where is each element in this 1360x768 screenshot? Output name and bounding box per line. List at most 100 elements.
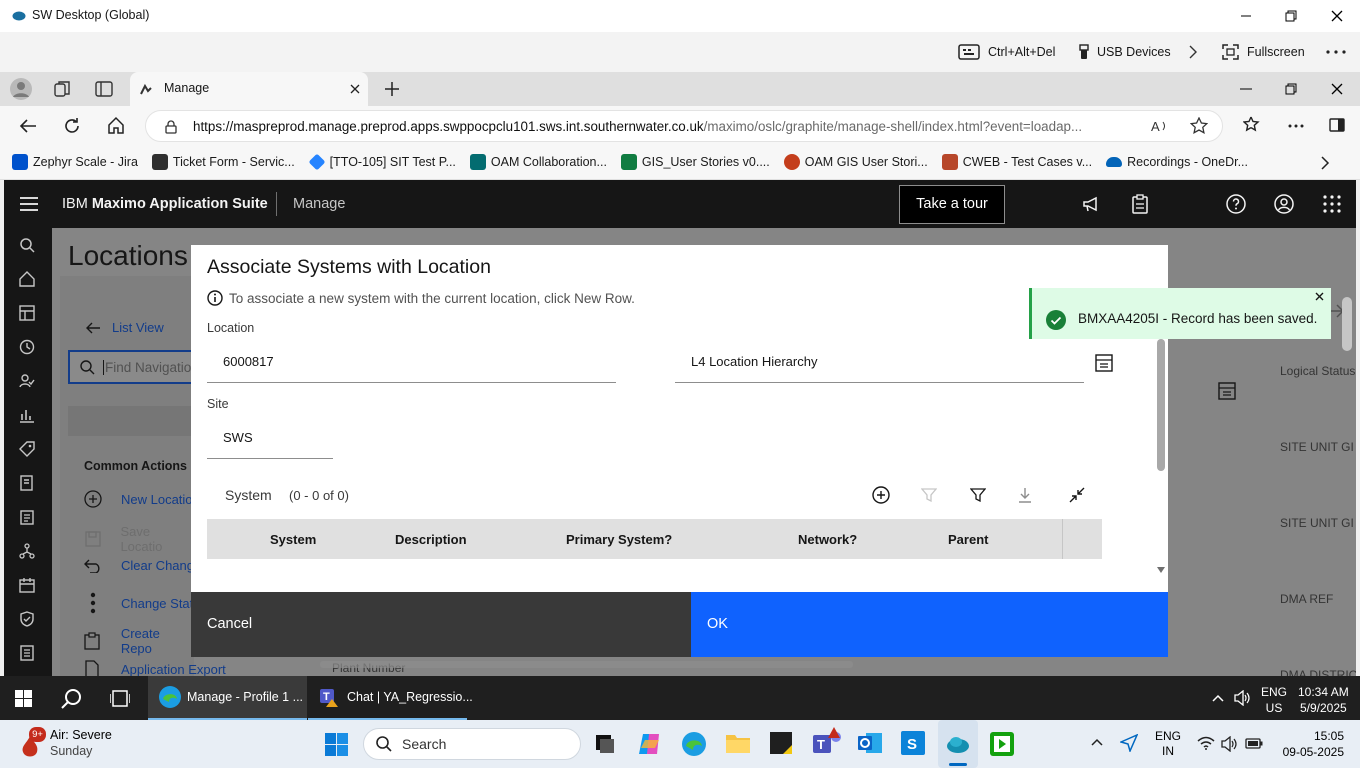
network-icon[interactable] — [19, 543, 35, 559]
wifi-icon[interactable] — [1197, 736, 1215, 750]
read-aloud-icon[interactable]: A — [1151, 118, 1169, 134]
profile-avatar-icon[interactable] — [10, 78, 32, 100]
brand[interactable]: IBM Maximo Application Suite — [62, 196, 268, 212]
favorite-item[interactable]: OAM GIS User Stori... — [783, 154, 928, 170]
cancel-button[interactable]: Cancel — [191, 592, 691, 657]
outlook-icon[interactable] — [857, 731, 883, 755]
download-icon[interactable] — [1018, 487, 1032, 503]
back-icon[interactable] — [19, 117, 37, 135]
favorite-item[interactable]: [TTO-105] SIT Test P... — [308, 153, 456, 171]
favorite-item[interactable]: Zephyr Scale - Jira — [12, 154, 138, 170]
document-edit-icon[interactable] — [19, 475, 35, 491]
dashboard-icon[interactable] — [19, 305, 35, 321]
file-explorer-icon[interactable] — [725, 732, 751, 754]
ctrl-alt-del-button[interactable]: Ctrl+Alt+Del — [958, 44, 1055, 60]
favorite-item[interactable]: Ticket Form - Servic... — [151, 154, 295, 170]
favorite-item[interactable]: Recordings - OneDr... — [1106, 155, 1248, 169]
media-player-icon[interactable] — [989, 731, 1015, 757]
lock-icon[interactable] — [165, 120, 177, 134]
column-header-description[interactable]: Description — [395, 519, 467, 557]
filter-icon[interactable] — [970, 488, 986, 502]
host-teams-icon[interactable]: T — [812, 727, 842, 757]
host-search-box[interactable]: Search — [363, 728, 581, 760]
host-clock[interactable]: 15:05 09-05-2025 — [1278, 728, 1344, 760]
take-a-tour-button[interactable]: Take a tour — [899, 185, 1005, 224]
notes-icon[interactable] — [19, 645, 35, 661]
announcement-icon[interactable] — [1082, 195, 1100, 213]
shield-icon[interactable] — [19, 611, 35, 627]
rdp-app-button[interactable] — [938, 720, 978, 768]
more-icon[interactable] — [1326, 50, 1346, 54]
usb-devices-button[interactable]: USB Devices — [1079, 44, 1171, 60]
favorite-item[interactable]: CWEB - Test Cases v... — [941, 154, 1092, 170]
host-start-icon[interactable] — [325, 733, 348, 756]
volume-icon[interactable] — [1234, 690, 1250, 706]
new-tab-icon[interactable] — [385, 82, 399, 96]
close-tab-icon[interactable] — [350, 84, 360, 94]
dialog-scrollbar[interactable] — [1157, 339, 1165, 471]
chevron-right-icon[interactable] — [1188, 45, 1198, 59]
favorite-item[interactable]: OAM Collaboration... — [469, 154, 607, 170]
task-view-icon[interactable] — [110, 690, 130, 707]
page-scrollbar[interactable] — [1342, 297, 1352, 351]
tag-icon[interactable] — [19, 441, 35, 457]
host-language-indicator[interactable]: ENG IN — [1155, 729, 1181, 759]
tab-actions-icon[interactable] — [95, 80, 113, 98]
ok-button[interactable]: OK — [691, 592, 1168, 657]
help-icon[interactable] — [1226, 194, 1246, 214]
restore-icon[interactable] — [1285, 10, 1297, 22]
browser-close-icon[interactable] — [1331, 83, 1343, 95]
clear-filter-icon[interactable] — [921, 488, 937, 502]
copilot-icon[interactable] — [637, 732, 663, 756]
location-field[interactable]: 6000817 — [207, 343, 616, 383]
toast-close-icon[interactable] — [1315, 292, 1324, 301]
windows-start-icon[interactable] — [15, 690, 32, 707]
chart-icon[interactable] — [19, 407, 35, 423]
taskbar-search-icon[interactable] — [61, 688, 83, 710]
host-tray-chevron-icon[interactable] — [1091, 738, 1103, 746]
taskbar-edge-item[interactable]: Manage - Profile 1 ... — [148, 676, 307, 720]
battery-icon[interactable] — [1245, 738, 1263, 749]
app-switcher-icon[interactable] — [1323, 195, 1341, 213]
clipboard-icon[interactable] — [1132, 194, 1148, 214]
refresh-icon[interactable] — [63, 117, 81, 135]
taskbar-teams-item[interactable]: T Chat | YA_Regressio... — [308, 676, 473, 720]
language-indicator[interactable]: ENG US — [1261, 684, 1287, 716]
home-icon[interactable] — [107, 116, 125, 134]
hamburger-menu-icon[interactable] — [20, 197, 38, 211]
minimize-icon[interactable] — [1240, 8, 1252, 22]
user-check-icon[interactable] — [19, 373, 35, 389]
hierarchy-field[interactable]: L4 Location Hierarchy — [675, 343, 1084, 383]
workspaces-icon[interactable] — [53, 80, 71, 98]
settings-more-icon[interactable] — [1288, 124, 1304, 128]
favorite-item[interactable]: GIS_User Stories v0.... — [620, 154, 770, 170]
remote-clock[interactable]: 10:34 AM 5/9/2025 — [1298, 684, 1349, 716]
home-nav-icon[interactable] — [19, 271, 35, 287]
column-header-system[interactable]: System — [270, 519, 316, 557]
scroll-down-icon[interactable] — [1157, 567, 1165, 573]
favorite-star-icon[interactable] — [1190, 117, 1208, 135]
address-bar[interactable]: https://maspreprod.manage.preprod.apps.s… — [145, 110, 1223, 142]
browser-restore-icon[interactable] — [1285, 83, 1297, 95]
favorites-overflow-icon[interactable] — [1320, 156, 1330, 170]
search-icon[interactable] — [19, 237, 35, 253]
sidebar-toggle-icon[interactable] — [1329, 118, 1345, 132]
host-taskview-icon[interactable] — [595, 734, 615, 754]
column-header-parent[interactable]: Parent — [948, 519, 988, 557]
column-header-network[interactable]: Network? — [798, 519, 857, 557]
column-header-primary-system[interactable]: Primary System? — [566, 519, 672, 557]
close-icon[interactable] — [1331, 10, 1343, 22]
report-icon[interactable] — [19, 509, 35, 525]
minimize-table-icon[interactable] — [1069, 487, 1085, 503]
fullscreen-button[interactable]: Fullscreen — [1222, 44, 1305, 60]
tab-manage[interactable]: Manage — [130, 72, 368, 106]
horizontal-scrollbar[interactable] — [320, 661, 853, 668]
sharepoint-icon[interactable]: S — [901, 731, 925, 755]
sticky-notes-icon[interactable] — [769, 731, 793, 755]
host-edge-icon[interactable] — [681, 731, 707, 757]
site-field[interactable]: SWS — [207, 419, 333, 459]
host-volume-icon[interactable] — [1221, 736, 1239, 752]
location-arrow-icon[interactable] — [1120, 734, 1138, 752]
user-profile-icon[interactable] — [1274, 194, 1294, 214]
field-detail-icon[interactable] — [1095, 354, 1113, 372]
